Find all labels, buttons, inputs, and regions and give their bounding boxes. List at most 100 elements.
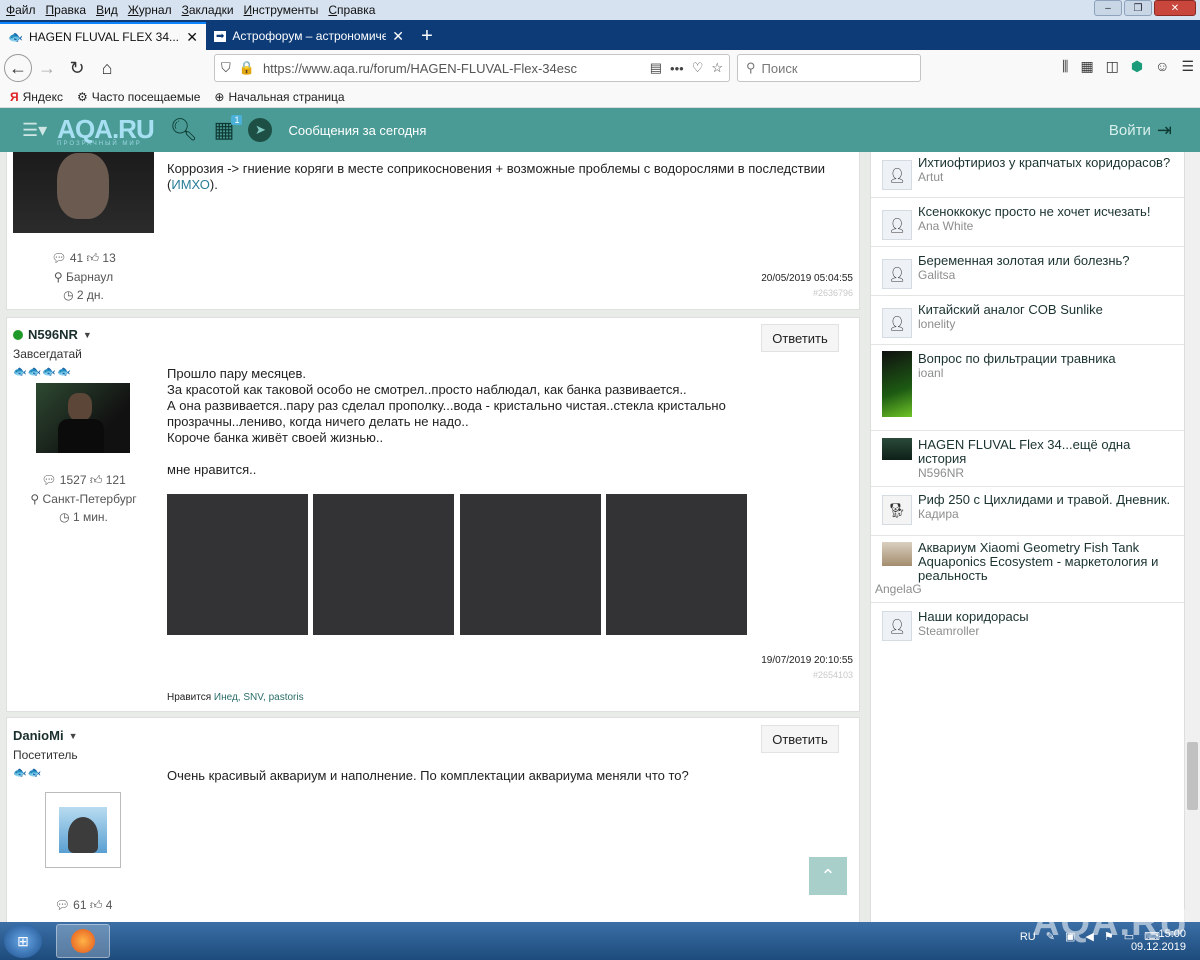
back-button[interactable]: ← — [4, 54, 32, 82]
topic-item[interactable]: HAGEN FLUVAL Flex 34...ещё одна история … — [871, 431, 1185, 487]
topic-title[interactable]: Ихтиофтириоз у крапчатых коридорасов? — [918, 156, 1180, 170]
topic-item[interactable]: 👤︎ Ихтиофтириоз у крапчатых коридорасов?… — [871, 152, 1185, 198]
menu-tools[interactable]: Инструменты — [244, 3, 319, 17]
bookmark-most-visited[interactable]: ⚙ Часто посещаемые — [77, 90, 200, 104]
chevron-down-icon[interactable]: ▼ — [83, 330, 92, 340]
menu-history[interactable]: Журнал — [128, 3, 172, 17]
photo-thumbnail[interactable] — [460, 494, 601, 635]
site-logo[interactable]: AQA.RU ПРОЗРАЧНЫЙ МИР — [57, 114, 155, 147]
bookmark-start-page[interactable]: ⊕ Начальная страница — [214, 90, 344, 104]
topic-item[interactable]: 👤︎ Наши коридорасы Steamroller — [871, 603, 1185, 649]
tab-aqa[interactable]: 🐟 HAGEN FLUVAL FLEX 34...ЕЩЁ ✕ — [0, 22, 206, 50]
rank-fish-icon: 🐟🐟 — [13, 767, 43, 779]
topic-item[interactable]: Вопрос по фильтрации травника ioanl — [871, 345, 1185, 431]
menu-file[interactable]: Файл — [6, 3, 36, 17]
reply-button[interactable]: Ответить — [761, 725, 839, 753]
topic-author[interactable]: Ana White — [918, 219, 973, 233]
last-seen: 1 мин. — [72, 510, 108, 524]
minimize-button[interactable]: ‒ — [1094, 0, 1122, 16]
reload-button[interactable]: ↻ — [62, 53, 92, 83]
new-tab-button[interactable]: + — [412, 22, 442, 50]
menu-bookmarks[interactable]: Закладки — [182, 3, 234, 17]
topic-author[interactable]: ioanl — [918, 366, 943, 380]
account-icon[interactable]: ☺ — [1155, 58, 1169, 75]
username[interactable]: DanioMi ▼ — [13, 728, 163, 743]
topic-author[interactable]: Steamroller — [918, 624, 979, 638]
close-window-button[interactable]: ✕ — [1154, 0, 1196, 16]
likes-prefix: Нравится — [167, 692, 212, 703]
extension-icon[interactable]: ▦ — [1080, 58, 1093, 75]
url-text[interactable]: https://www.aqa.ru/forum/HAGEN-FLUVAL-Fl… — [263, 61, 642, 76]
reply-button[interactable]: Ответить — [761, 324, 839, 352]
start-button[interactable]: ⊞ — [4, 924, 42, 958]
menu-view[interactable]: Вид — [96, 3, 118, 17]
likes-names[interactable]: Инед, SNV, pastoris — [214, 692, 304, 703]
page-scrollbar[interactable] — [1184, 152, 1200, 922]
today-posts-link[interactable]: Сообщения за сегодня — [288, 123, 426, 138]
topic-title[interactable]: Вопрос по фильтрации травника — [918, 352, 1180, 366]
menu-icon[interactable]: ☰ — [1181, 58, 1194, 75]
maximize-button[interactable]: ❐ — [1124, 0, 1152, 16]
scrollbar-thumb[interactable] — [1187, 742, 1198, 810]
topic-title[interactable]: Китайский аналог COB Sunlike — [918, 303, 1180, 317]
taskbar-firefox[interactable] — [56, 924, 110, 958]
topic-item[interactable]: 👤︎ Китайский аналог COB Sunlike lonelity — [871, 296, 1185, 345]
login-button[interactable]: Войти ⇥ — [1109, 120, 1172, 141]
topic-author[interactable]: N596NR — [918, 466, 964, 480]
topic-author[interactable]: AngelaG — [875, 582, 922, 596]
globe-icon: ⊕ — [214, 89, 225, 104]
topic-author[interactable]: Кадира — [918, 507, 959, 521]
aquarium-photo-avatar — [882, 438, 912, 460]
post-id[interactable]: #2636796 — [813, 288, 853, 298]
topic-author[interactable]: lonelity — [918, 317, 955, 331]
forward-button[interactable]: → — [32, 53, 62, 83]
topic-title[interactable]: Аквариум Xiaomi Geometry Fish Tank Aquap… — [918, 541, 1180, 583]
pocket-icon[interactable]: ♡ — [692, 60, 704, 76]
username[interactable]: N596NR ▼ — [13, 327, 163, 342]
sidebar-icon[interactable]: ◫ — [1106, 58, 1119, 75]
user-stats: 💬︎ 1527 👍︎ 121 ⚲ Санкт-Петербург ◷ 1 мин… — [13, 473, 154, 524]
topic-item[interactable]: Аквариум Xiaomi Geometry Fish Tank Aquap… — [871, 536, 1185, 603]
topic-author[interactable]: Galitsa — [918, 268, 955, 282]
topic-title[interactable]: Риф 250 с Цихлидами и травой. Дневник. — [918, 493, 1180, 507]
page-actions-icon[interactable]: ••• — [670, 61, 684, 76]
topic-title[interactable]: Наши коридорасы — [918, 610, 1180, 624]
bookmark-yandex[interactable]: Я Яндекс — [10, 90, 63, 104]
tab-astroforum[interactable]: ➡ Астрофорум – астрономичес ✕ — [206, 22, 412, 50]
post-id[interactable]: #2654103 — [813, 670, 853, 680]
scroll-to-top-button[interactable]: ⌃ — [809, 857, 847, 895]
topic-title[interactable]: Беременная золотая или болезнь? — [918, 254, 1180, 268]
home-button[interactable]: ⌂ — [92, 53, 122, 83]
photo-thumbnail[interactable] — [313, 494, 454, 635]
photo-thumbnail[interactable] — [167, 494, 308, 635]
close-tab-icon[interactable]: ✕ — [186, 29, 198, 46]
lock-icon[interactable]: 🔒 — [239, 60, 255, 76]
topic-item[interactable]: 🐕︎ Риф 250 с Цихлидами и травой. Дневник… — [871, 487, 1185, 536]
menu-help[interactable]: Справка — [328, 3, 375, 17]
topic-title[interactable]: HAGEN FLUVAL Flex 34...ещё одна история — [918, 438, 1180, 466]
post-date: 19/07/2019 20:10:55 — [761, 655, 853, 666]
calendar-icon[interactable]: ▦ 1 — [214, 115, 243, 143]
menu-edit[interactable]: Правка — [46, 3, 87, 17]
telegram-icon[interactable]: ➤ — [248, 118, 273, 142]
addon-icon[interactable]: ⬢ — [1131, 58, 1143, 75]
topic-author[interactable]: Artut — [918, 170, 943, 184]
bookmark-star-icon[interactable]: ☆ — [711, 60, 723, 76]
url-bar[interactable]: ⛉ 🔒 https://www.aqa.ru/forum/HAGEN-FLUVA… — [214, 54, 730, 82]
post-text-end: ). — [209, 177, 218, 192]
chevron-down-icon[interactable]: ▼ — [69, 731, 78, 741]
topic-item[interactable]: 👤︎ Беременная золотая или болезнь? Galit… — [871, 247, 1185, 296]
search-icon[interactable]: 🔍︎ — [170, 117, 198, 143]
reader-view-icon[interactable]: ▤ — [650, 60, 662, 76]
topic-item[interactable]: 👤︎ Ксеноккокус просто не хочет исчезать!… — [871, 198, 1185, 247]
library-icon[interactable]: ⫼ — [1062, 58, 1068, 75]
imho-link[interactable]: ИМХО — [171, 177, 210, 192]
search-bar[interactable]: ⚲ Поиск — [737, 54, 921, 82]
hamburger-menu-icon[interactable]: ☰▾ — [22, 120, 47, 141]
shield-icon[interactable]: ⛉ — [221, 60, 231, 76]
user-city: Барнаул — [66, 270, 114, 284]
close-tab-icon[interactable]: ✕ — [392, 28, 404, 45]
photo-thumbnail[interactable] — [606, 494, 747, 635]
topic-title[interactable]: Ксеноккокус просто не хочет исчезать! — [918, 205, 1180, 219]
fish-favicon-icon: 🐟 — [8, 30, 23, 44]
